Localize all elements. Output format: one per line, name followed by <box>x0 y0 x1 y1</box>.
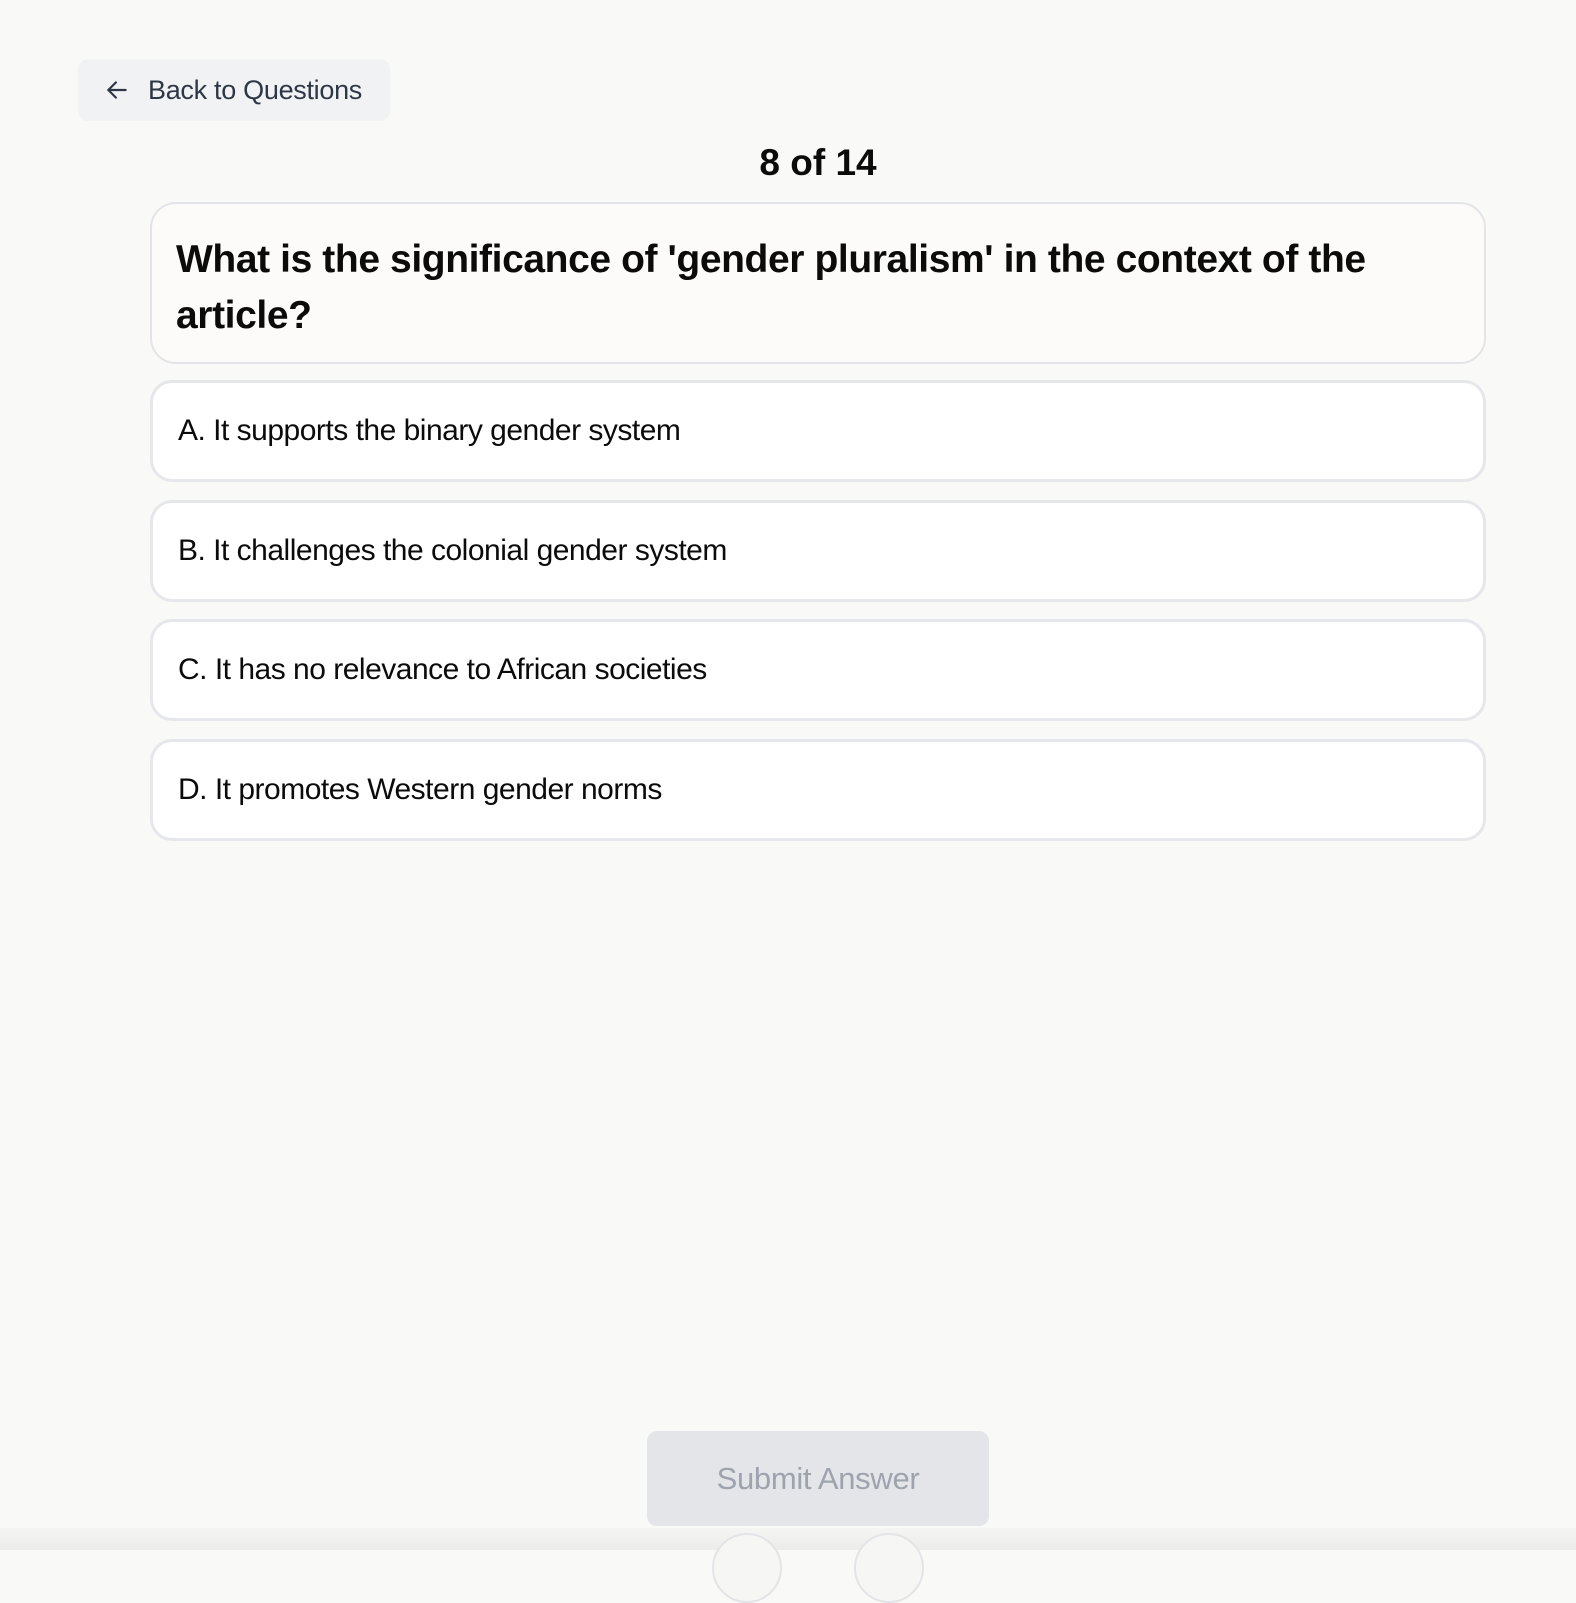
back-to-questions-button[interactable]: Back to Questions <box>78 59 390 121</box>
answer-option-c[interactable]: C. It has no relevance to African societ… <box>150 619 1486 721</box>
answer-option-label: D. It promotes Western gender norms <box>178 773 662 806</box>
arrow-left-icon <box>104 77 148 103</box>
answer-option-d[interactable]: D. It promotes Western gender norms <box>150 739 1486 841</box>
answer-option-label: A. It supports the binary gender system <box>178 414 681 447</box>
question-progress: 8 of 14 <box>759 142 877 183</box>
nav-circle-right[interactable] <box>854 1533 924 1603</box>
back-button-label: Back to Questions <box>148 74 363 105</box>
submit-answer-button[interactable]: Submit Answer <box>647 1431 989 1526</box>
answer-option-b[interactable]: B. It challenges the colonial gender sys… <box>150 500 1486 602</box>
question-text: What is the significance of 'gender plur… <box>176 238 1366 337</box>
nav-circle-left[interactable] <box>712 1533 782 1603</box>
question-card: What is the significance of 'gender plur… <box>150 202 1486 364</box>
bottom-bar <box>0 1528 1576 1550</box>
answer-option-a[interactable]: A. It supports the binary gender system <box>150 380 1486 482</box>
answer-option-label: B. It challenges the colonial gender sys… <box>178 534 727 567</box>
answer-option-label: C. It has no relevance to African societ… <box>178 653 707 686</box>
